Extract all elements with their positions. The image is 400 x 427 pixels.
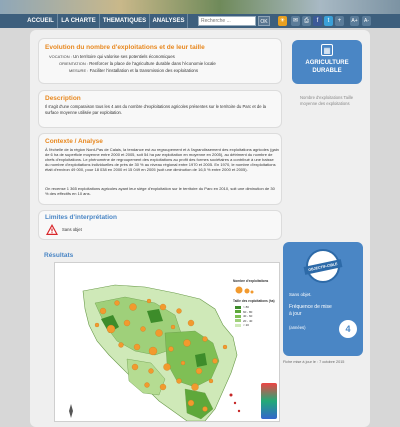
nav-thematiques[interactable]: THEMATIQUES <box>100 14 150 28</box>
indicator-header-card: Evolution du nombre d'exploitations et d… <box>38 38 282 84</box>
vocation-text: Un territoire qui valorise ses potentiel… <box>73 54 175 59</box>
theme-badge: ▦ AGRICULTURE DURABLE <box>292 40 362 84</box>
description-title: Description <box>45 95 81 102</box>
share-icon[interactable]: + <box>335 16 344 26</box>
orientation-text: Renforcer la place de l'agriculture dura… <box>89 61 216 66</box>
objective-badge-icon: OBJECTIF-CIBLE <box>303 249 343 283</box>
search-ok-button[interactable]: OK <box>258 16 270 26</box>
nav-accueil[interactable]: ACCUEIL <box>24 14 58 28</box>
objective-badge: OBJECTIF-CIBLE <box>303 259 343 275</box>
park-logo <box>261 383 277 419</box>
print-icon[interactable]: ⎙ <box>302 16 311 26</box>
legend-item: < 20 <box>243 323 249 328</box>
chart-icon: ▦ <box>321 44 333 56</box>
orientation-line: ORIENTATION : Renforcer la place de l'ag… <box>59 61 216 67</box>
legend-item: 60 - 80 <box>243 309 253 314</box>
nav-la-charte[interactable]: LA CHARTE <box>58 14 100 28</box>
context-card: Contexte / Analyse À l'échelle de la rég… <box>38 133 282 205</box>
vocation-tag: VOCATION : <box>49 54 72 59</box>
description-text: Il s'agit d'une comparaison tous les 4 a… <box>45 104 266 115</box>
frequency-label: Fréquence de mise à jour <box>289 304 332 317</box>
context-paragraph-2: On recense 1 365 exploitations agricoles… <box>45 186 275 196</box>
compass-icon <box>69 404 73 418</box>
mesure-tag: MESURE : <box>69 68 89 73</box>
theme-line-2: DURABLE <box>312 68 342 74</box>
legend-title: Nombre d'exploitations <box>233 279 269 283</box>
orientation-tag: ORIENTATION : <box>59 61 88 66</box>
objective-panel: OBJECTIF-CIBLE Sans objet. Fréquence de … <box>283 242 363 356</box>
font-increase-icon[interactable]: A+ <box>350 16 359 26</box>
limits-title: Limites d'interprétation <box>45 214 117 221</box>
vocation-line: VOCATION : Un territoire qui valorise se… <box>49 54 175 60</box>
twitter-icon[interactable]: t <box>324 16 333 26</box>
mesure-text: Faciliter l'installation et la transmiss… <box>89 68 199 73</box>
update-date: Fiche mise à jour le : 7 octobre 2015 <box>283 360 345 364</box>
limits-card: Limites d'interprétation Sans objet <box>38 210 282 240</box>
main-nav: ACCUEIL LA CHARTE THEMATIQUES ANALYSES O… <box>0 14 400 28</box>
context-paragraph-1: À l'échelle de la région Nord-Pas de Cal… <box>45 147 279 172</box>
facebook-icon[interactable]: f <box>313 16 322 26</box>
legend-list: > 80 60 - 80 40 - 60 20 - 40 < 20 <box>235 305 252 328</box>
legend-item: 40 - 60 <box>243 314 253 319</box>
warning-icon <box>46 224 58 235</box>
frequency-unit: (années) <box>289 325 306 330</box>
side-note: Nombre d'exploitations Taille moyenne de… <box>300 95 354 106</box>
objective-text: Sans objet. <box>289 292 312 297</box>
limits-text: Sans objet <box>62 227 82 232</box>
results-title: Résultats <box>44 252 74 259</box>
search-input[interactable] <box>198 16 256 26</box>
mesure-line: MESURE : Faciliter l'installation et la … <box>69 68 198 74</box>
font-decrease-icon[interactable]: A- <box>362 16 371 26</box>
legend-circles <box>235 286 254 294</box>
legend-item: 20 - 40 <box>243 318 253 323</box>
page-title: Evolution du nombre d'exploitations et d… <box>45 44 205 51</box>
sun-icon[interactable]: ☀ <box>278 16 287 26</box>
context-title: Contexte / Analyse <box>45 138 103 145</box>
frequency-value: 4 <box>339 320 357 338</box>
top-banner-image <box>0 0 400 14</box>
nav-analyses[interactable]: ANALYSES <box>150 14 188 28</box>
description-card: Description Il s'agit d'une comparaison … <box>38 90 282 128</box>
legend-title-2: Taille des exploitations (ha) <box>233 299 275 303</box>
mail-icon[interactable]: ✉ <box>291 16 300 26</box>
results-map: Parc naturel régional des Caps et Marais… <box>54 262 280 422</box>
theme-line-1: AGRICULTURE <box>305 60 349 66</box>
legend-item: > 80 <box>243 305 249 310</box>
